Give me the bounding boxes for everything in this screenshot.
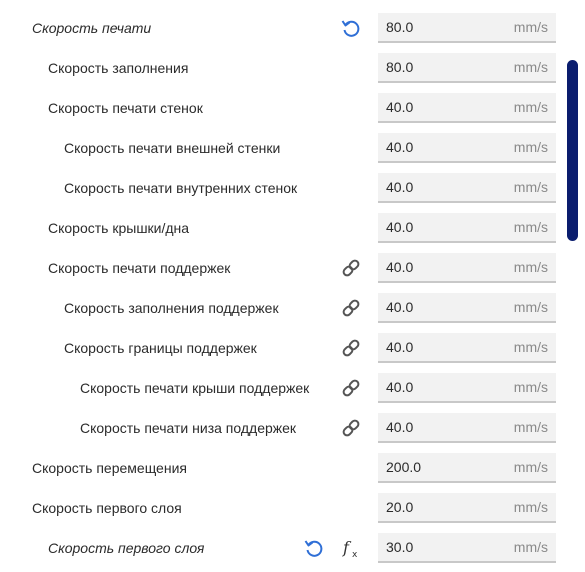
setting-label: Скорость печати стенок (48, 100, 203, 116)
field-value: 40.0 (386, 99, 414, 115)
infill-speed-input[interactable]: 80.0 mm/s (378, 53, 556, 83)
field-value: 40.0 (386, 179, 414, 195)
setting-row-wall-speed: Скорость печати стенок 40.0 mm/s (0, 88, 570, 128)
top-bottom-speed-input[interactable]: 40.0 mm/s (378, 213, 556, 243)
field-unit: mm/s (513, 19, 548, 35)
field-value: 30.0 (386, 539, 414, 555)
setting-row-initial-layer-speed: Скорость первого слоя 20.0 mm/s (0, 488, 570, 528)
field-value: 40.0 (386, 219, 414, 235)
setting-label: Скорость заполнения поддержек (64, 300, 279, 316)
field-unit: mm/s (513, 379, 548, 395)
setting-row-travel-speed: Скорость перемещения 200.0 mm/s (0, 448, 570, 488)
initial-layer-print-speed-input[interactable]: 30.0 mm/s (378, 533, 556, 563)
field-value: 40.0 (386, 339, 414, 355)
field-unit: mm/s (513, 139, 548, 155)
scrollbar-thumb[interactable] (567, 60, 578, 241)
setting-label: Скорость границы поддержек (64, 340, 257, 356)
link-icon[interactable] (340, 417, 362, 439)
link-icon[interactable] (340, 337, 362, 359)
reset-icon[interactable] (340, 17, 362, 39)
field-unit: mm/s (513, 419, 548, 435)
setting-label: Скорость первого слоя (32, 500, 182, 516)
link-icon[interactable] (340, 297, 362, 319)
svg-text:f: f (342, 538, 352, 557)
field-value: 40.0 (386, 379, 414, 395)
outer-wall-speed-input[interactable]: 40.0 mm/s (378, 133, 556, 163)
field-value: 20.0 (386, 499, 414, 515)
setting-row-initial-layer-print-speed: Скорость первого слоя fx 30.0 mm/s (0, 528, 570, 568)
setting-row-infill-speed: Скорость заполнения 80.0 mm/s (0, 48, 570, 88)
setting-label: Скорость печати внешней стенки (64, 140, 281, 156)
field-value: 40.0 (386, 419, 414, 435)
setting-row-inner-wall-speed: Скорость печати внутренних стенок 40.0 m… (0, 168, 570, 208)
setting-row-support-speed: Скорость печати поддержек 40.0 mm/s (0, 248, 570, 288)
support-interface-speed-input[interactable]: 40.0 mm/s (378, 333, 556, 363)
field-unit: mm/s (513, 339, 548, 355)
field-unit: mm/s (513, 219, 548, 235)
setting-label: Скорость заполнения (48, 60, 189, 76)
support-bottom-speed-input[interactable]: 40.0 mm/s (378, 413, 556, 443)
field-value: 80.0 (386, 19, 414, 35)
reset-icon[interactable] (303, 537, 325, 559)
setting-label: Скорость печати крыши поддержек (80, 380, 310, 396)
initial-layer-speed-input[interactable]: 20.0 mm/s (378, 493, 556, 523)
setting-row-support-bottom-speed: Скорость печати низа поддержек 40.0 mm/s (0, 408, 570, 448)
setting-label: Скорость печати низа поддержек (80, 420, 297, 436)
field-unit: mm/s (513, 459, 548, 475)
setting-label: Скорость первого слоя (48, 540, 205, 556)
field-unit: mm/s (513, 299, 548, 315)
field-unit: mm/s (513, 499, 548, 515)
setting-label: Скорость перемещения (32, 460, 187, 476)
field-unit: mm/s (513, 259, 548, 275)
support-infill-speed-input[interactable]: 40.0 mm/s (378, 293, 556, 323)
wall-speed-input[interactable]: 40.0 mm/s (378, 93, 556, 123)
field-value: 40.0 (386, 139, 414, 155)
field-unit: mm/s (513, 539, 548, 555)
svg-text:x: x (352, 550, 358, 559)
setting-row-support-roof-speed: Скорость печати крыши поддержек 40.0 mm/… (0, 368, 570, 408)
function-icon[interactable]: fx (340, 537, 362, 559)
setting-row-outer-wall-speed: Скорость печати внешней стенки 40.0 mm/s (0, 128, 570, 168)
support-speed-input[interactable]: 40.0 mm/s (378, 253, 556, 283)
field-unit: mm/s (513, 59, 548, 75)
setting-label: Скорость крышки/дна (48, 220, 190, 236)
travel-speed-input[interactable]: 200.0 mm/s (378, 453, 556, 483)
setting-label: Скорость печати внутренних стенок (64, 180, 298, 196)
support-roof-speed-input[interactable]: 40.0 mm/s (378, 373, 556, 403)
field-unit: mm/s (513, 179, 548, 195)
field-value: 40.0 (386, 299, 414, 315)
setting-label: Скорость печати поддержек (48, 260, 231, 276)
field-value: 200.0 (386, 459, 422, 475)
setting-row-print-speed: Скорость печати 80.0 mm/s (0, 8, 570, 48)
field-value: 80.0 (386, 59, 414, 75)
print-speed-settings-panel: Скорость печати 80.0 mm/s Скорость запол… (0, 0, 585, 572)
print-speed-input[interactable]: 80.0 mm/s (378, 13, 556, 43)
link-icon[interactable] (340, 257, 362, 279)
field-value: 40.0 (386, 259, 414, 275)
setting-row-top-bottom-speed: Скорость крышки/дна 40.0 mm/s (0, 208, 570, 248)
inner-wall-speed-input[interactable]: 40.0 mm/s (378, 173, 556, 203)
setting-row-support-interface-speed: Скорость границы поддержек 40.0 mm/s (0, 328, 570, 368)
setting-row-support-infill-speed: Скорость заполнения поддержек 40.0 mm/s (0, 288, 570, 328)
link-icon[interactable] (340, 377, 362, 399)
setting-label: Скорость печати (32, 20, 152, 36)
field-unit: mm/s (513, 99, 548, 115)
